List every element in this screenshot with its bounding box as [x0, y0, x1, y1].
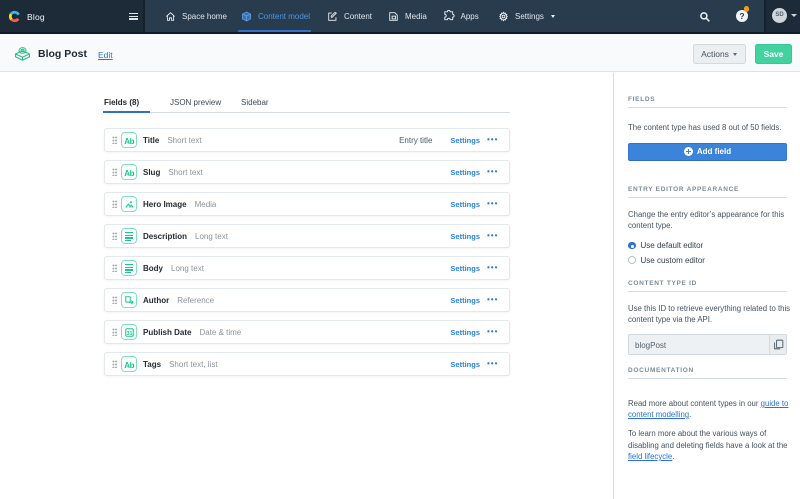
svg-text:31: 31 — [126, 330, 132, 336]
